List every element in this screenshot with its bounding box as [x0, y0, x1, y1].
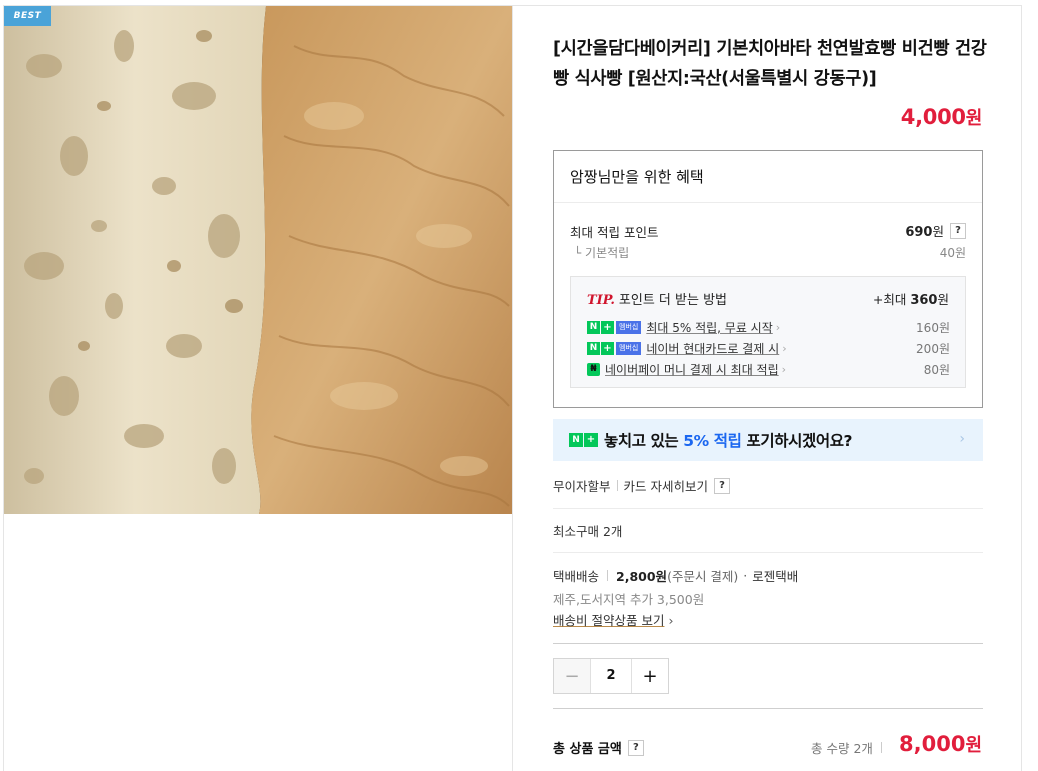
product-price: 4,000원: [900, 104, 983, 130]
naver-pay-icon: ₦: [587, 362, 600, 376]
max-points-number: 690: [905, 225, 933, 240]
tip-item-membership[interactable]: N + 멤버십 최대 5% 적립, 무료 시작 › 160원: [587, 318, 950, 336]
max-points-label: 최대 적립 포인트: [570, 225, 659, 240]
max-points-value: 690원 ?: [905, 221, 966, 240]
total-price-unit: 원: [965, 735, 982, 756]
divider: [553, 552, 983, 553]
quantity-stepper: − 2 +: [553, 658, 669, 694]
product-title: [시간을담다베이커리] 기본치아바타 천연발효빵 비건빵 건강빵 식사빵 [원산…: [553, 39, 987, 89]
divider: [553, 643, 983, 644]
shipping-fee: 2,800원: [616, 569, 668, 584]
chevron-right-icon: ›: [668, 613, 674, 628]
installment-label: 무이자할부: [553, 479, 611, 494]
chevron-right-icon: ›: [959, 431, 965, 447]
tip-max-number: 360: [910, 293, 938, 308]
card-detail-link[interactable]: 카드 자세히보기: [624, 476, 708, 495]
shipping-method: 택배배송: [553, 569, 600, 584]
decrease-button[interactable]: −: [554, 659, 590, 693]
tip-word: TIP.: [587, 293, 615, 308]
membership-banner[interactable]: N + 놓치고 있는 5% 적립 포기하시겠어요? ›: [553, 419, 983, 461]
price-unit: 원: [965, 108, 983, 129]
shipping-fee-note: (주문시 결제): [667, 569, 739, 584]
chevron-right-icon: ›: [782, 341, 787, 355]
tip-item-label[interactable]: 네이버 현대카드로 결제 시: [646, 340, 779, 357]
naver-plus-membership-icon: N + 멤버십: [587, 320, 642, 334]
benefit-heading: 암짱님만을 위한 혜택: [554, 151, 982, 203]
total-quantity: 총 수량 2개: [811, 738, 882, 757]
tip-title: TIP. 포인트 더 받는 방법: [587, 289, 727, 308]
card-help-icon[interactable]: ?: [714, 477, 730, 494]
banner-text: 놓치고 있는 5% 적립 포기하시겠어요?: [604, 432, 853, 450]
increase-button[interactable]: +: [632, 659, 668, 693]
tip-item-amount: 160원: [916, 320, 950, 335]
base-points-label: └ 기본적립: [574, 246, 630, 260]
benefit-panel: 암짱님만을 위한 혜택 최대 적립 포인트 690원 ? └ 기본적립 40원 …: [553, 150, 983, 408]
divider: [553, 708, 983, 709]
points-tip-box: TIP. 포인트 더 받는 방법 +최대 360원 N + 멤버십 최대 5% 적립,…: [570, 276, 966, 388]
total-label: 총 상품 금액 ?: [553, 738, 644, 757]
naver-plus-membership-icon: N + 멤버십: [587, 341, 642, 355]
price-value: 4,000: [900, 105, 966, 129]
best-badge: BEST: [4, 6, 51, 26]
points-help-icon[interactable]: ?: [950, 222, 966, 239]
courier-name: 로젠택배: [752, 569, 799, 584]
shipping-row: 택배배송 2,800원 (주문시 결제) · 로젠택배: [553, 566, 798, 585]
tip-item-npay-money[interactable]: ₦ 네이버페이 머니 결제 시 최대 적립 › 80원: [587, 360, 950, 378]
total-price-value: 8,000: [899, 732, 966, 756]
dot-separator: ·: [743, 568, 748, 583]
total-help-icon[interactable]: ?: [627, 739, 644, 756]
column-divider: [512, 5, 513, 771]
shipping-saving-link[interactable]: 배송비 절약상품 보기 ›: [553, 610, 673, 629]
banner-highlight: 5% 적립: [683, 432, 742, 450]
tip-item-amount: 80원: [923, 362, 950, 377]
tip-max-points: +최대 360원: [873, 289, 949, 308]
chevron-right-icon: ›: [775, 320, 781, 334]
tip-item-label[interactable]: 네이버페이 머니 결제 시 최대 적립: [605, 361, 779, 378]
naver-plus-icon: N +: [569, 433, 598, 447]
tip-max-unit: 원: [937, 292, 949, 307]
tip-item-hyundai-card[interactable]: N + 멤버십 네이버 현대카드로 결제 시 › 200원: [587, 339, 950, 357]
max-points-unit: 원: [932, 224, 944, 239]
divider: [553, 508, 983, 509]
tip-max-prefix: +최대: [872, 292, 907, 307]
payment-row: 무이자할부 카드 자세히보기 ?: [553, 476, 730, 495]
tip-item-amount: 200원: [916, 341, 950, 356]
chevron-right-icon: ›: [781, 362, 787, 376]
tip-item-label[interactable]: 최대 5% 적립, 무료 시작: [646, 319, 772, 336]
total-price: 8,000원: [899, 731, 982, 757]
separator: [880, 742, 882, 753]
product-image[interactable]: [4, 6, 512, 514]
separator: [616, 480, 618, 491]
shipping-extra-fee: 제주,도서지역 추가 3,500원: [553, 592, 705, 607]
quantity-input[interactable]: 2: [590, 659, 632, 693]
separator: [607, 570, 609, 581]
min-purchase: 최소구매 2개: [553, 524, 623, 539]
tip-title-text: 포인트 더 받는 방법: [618, 293, 727, 308]
base-points-value: 40원: [939, 246, 966, 260]
